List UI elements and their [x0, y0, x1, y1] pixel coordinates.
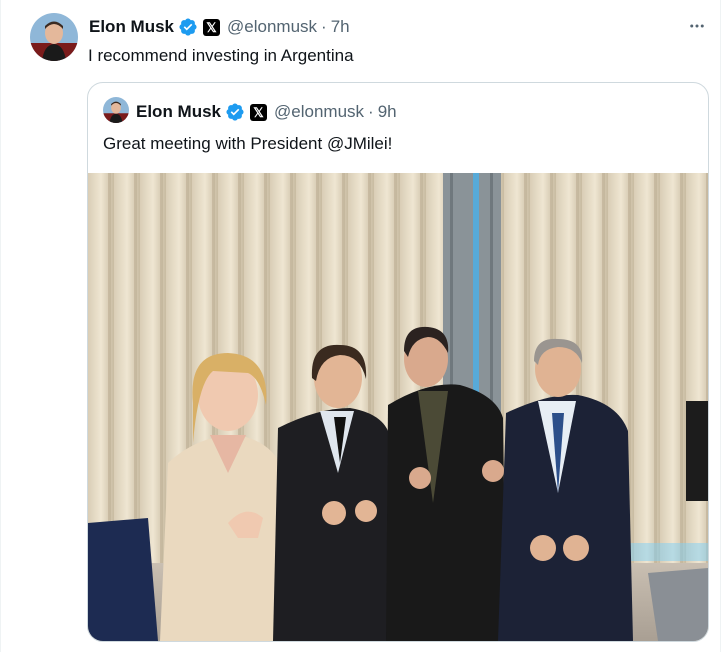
author-name[interactable]: Elon Musk: [89, 17, 174, 37]
ellipsis-icon[interactable]: [687, 16, 707, 36]
timestamp[interactable]: 7h: [331, 17, 350, 37]
tweet-container[interactable]: Elon Musk 𝕏 @elonmusk · 7h I recommend i…: [0, 0, 721, 652]
verified-badge-icon: [225, 102, 245, 122]
verified-badge-icon[interactable]: [178, 17, 198, 37]
separator: ·: [368, 102, 374, 121]
quoted-tweet-header: Elon Musk 𝕏 @elonmusk · 9h: [136, 101, 397, 123]
avatar[interactable]: [30, 13, 78, 61]
quoted-author-name: Elon Musk: [136, 102, 222, 121]
tweet-header: Elon Musk 𝕏 @elonmusk · 7h: [89, 16, 350, 38]
separator: ·: [321, 17, 327, 36]
quoted-timestamp: 9h: [377, 102, 397, 121]
quoted-avatar: [103, 97, 129, 123]
tweet-text: I recommend investing in Argentina: [88, 46, 354, 65]
quoted-tweet-photo[interactable]: [88, 173, 708, 641]
x-logo-icon[interactable]: 𝕏: [203, 18, 221, 36]
x-logo-icon: 𝕏: [250, 103, 268, 121]
quoted-tweet-text: Great meeting with President @JMilei!: [103, 134, 393, 153]
author-handle[interactable]: @elonmusk: [227, 17, 317, 37]
quoted-author-handle: @elonmusk: [274, 102, 365, 121]
